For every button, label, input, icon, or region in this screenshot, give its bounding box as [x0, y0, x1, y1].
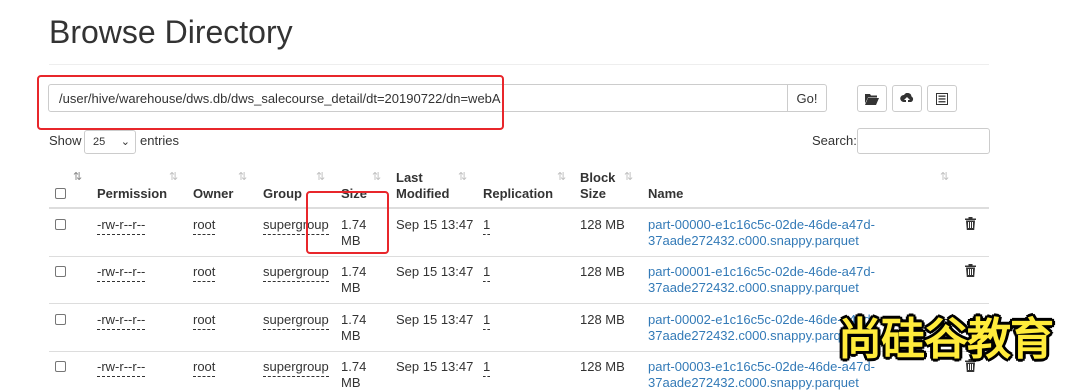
- row-divider: [49, 256, 989, 257]
- permission-cell[interactable]: -rw-r--r--: [97, 263, 146, 282]
- replication-cell[interactable]: 1: [483, 311, 491, 330]
- size-unit-cell: MB: [341, 233, 361, 248]
- row-checkbox[interactable]: [55, 361, 66, 372]
- replication-cell[interactable]: 1: [483, 216, 491, 235]
- modified-cell: Sep 15 13:47: [396, 264, 474, 279]
- create-directory-button[interactable]: [857, 85, 887, 112]
- file-name-link-cont[interactable]: 37aade272432.c000.snappy.parquet: [648, 327, 859, 345]
- column-header-last-modified-line1[interactable]: Last: [396, 170, 423, 186]
- page-length-value: 25: [93, 136, 106, 148]
- sort-icon[interactable]: ⇅: [940, 170, 949, 183]
- permission-cell[interactable]: -rw-r--r--: [97, 216, 146, 235]
- file-name-link-cont[interactable]: 37aade272432.c000.snappy.parquet: [648, 279, 859, 297]
- column-header-replication[interactable]: Replication: [483, 186, 553, 202]
- sort-icon[interactable]: ⇅: [238, 170, 247, 183]
- sort-icon[interactable]: ⇅: [458, 170, 467, 183]
- table-header-divider: [49, 207, 989, 209]
- group-cell[interactable]: supergroup: [263, 216, 329, 235]
- file-name-link-cont[interactable]: 37aade272432.c000.snappy.parquet: [648, 232, 859, 250]
- chevron-down-icon: ⌄: [120, 136, 130, 148]
- sort-icon[interactable]: ⇅: [316, 170, 325, 183]
- column-header-group[interactable]: Group: [263, 186, 302, 202]
- page-title: Browse Directory: [49, 14, 293, 50]
- column-header-permission[interactable]: Permission: [97, 186, 167, 202]
- row-checkbox[interactable]: [55, 266, 66, 277]
- list-icon: [936, 92, 948, 105]
- trash-icon[interactable]: [965, 217, 976, 233]
- block-size-cell: 128 MB: [580, 217, 625, 232]
- sort-icon[interactable]: ⇅: [73, 170, 82, 183]
- group-cell[interactable]: supergroup: [263, 263, 329, 282]
- replication-cell[interactable]: 1: [483, 263, 491, 282]
- column-header-block-size-line2[interactable]: Size: [580, 186, 606, 202]
- cut-paste-button[interactable]: [927, 85, 957, 112]
- block-size-cell: 128 MB: [580, 264, 625, 279]
- permission-cell[interactable]: -rw-r--r--: [97, 358, 146, 377]
- select-all-checkbox[interactable]: [55, 188, 66, 199]
- trash-icon[interactable]: [965, 264, 976, 280]
- watermark-logo: 尚硅谷教育: [838, 314, 1054, 365]
- title-divider: [49, 64, 989, 65]
- column-header-block-size-line1[interactable]: Block: [580, 170, 615, 186]
- group-cell[interactable]: supergroup: [263, 311, 329, 330]
- page-length-select[interactable]: 25 ⌄: [84, 130, 136, 154]
- folder-open-icon: [865, 93, 879, 105]
- show-label: Show: [49, 133, 82, 148]
- sort-icon[interactable]: ⇅: [169, 170, 178, 183]
- entries-label: entries: [140, 133, 180, 148]
- sort-icon[interactable]: ⇅: [557, 170, 566, 183]
- path-input[interactable]: [48, 84, 788, 112]
- owner-cell[interactable]: root: [193, 216, 216, 235]
- block-size-cell: 128 MB: [580, 312, 625, 327]
- column-header-size[interactable]: Size: [341, 186, 367, 202]
- size-unit-cell: MB: [341, 280, 361, 295]
- row-checkbox[interactable]: [55, 314, 66, 325]
- column-header-name[interactable]: Name: [648, 186, 683, 202]
- block-size-cell: 128 MB: [580, 359, 625, 374]
- owner-cell[interactable]: root: [193, 311, 216, 330]
- row-checkbox[interactable]: [55, 219, 66, 230]
- column-header-owner[interactable]: Owner: [193, 186, 233, 202]
- replication-cell[interactable]: 1: [483, 358, 491, 377]
- owner-cell[interactable]: root: [193, 263, 216, 282]
- upload-button[interactable]: [892, 85, 922, 112]
- column-header-last-modified-line2[interactable]: Modified: [396, 186, 449, 202]
- modified-cell: Sep 15 13:47: [396, 312, 474, 327]
- group-cell[interactable]: supergroup: [263, 358, 329, 377]
- owner-cell[interactable]: root: [193, 358, 216, 377]
- go-button[interactable]: Go!: [787, 84, 827, 112]
- size-unit-cell: MB: [341, 328, 361, 343]
- modified-cell: Sep 15 13:47: [396, 217, 474, 232]
- search-input[interactable]: [857, 128, 990, 154]
- size-unit-cell: MB: [341, 375, 361, 390]
- upload-icon: [900, 92, 914, 105]
- permission-cell[interactable]: -rw-r--r--: [97, 311, 146, 330]
- file-name-link-cont[interactable]: 37aade272432.c000.snappy.parquet: [648, 374, 859, 392]
- modified-cell: Sep 15 13:47: [396, 359, 474, 374]
- sort-icon[interactable]: ⇅: [624, 170, 633, 183]
- search-label: Search:: [812, 133, 857, 148]
- sort-icon[interactable]: ⇅: [372, 170, 381, 183]
